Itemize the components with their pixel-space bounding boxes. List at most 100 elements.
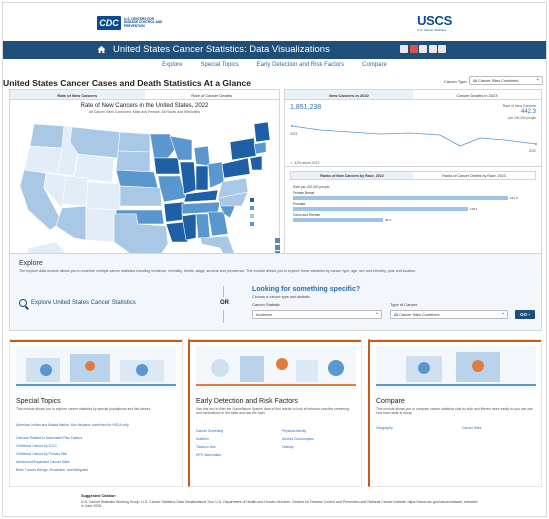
state-mt[interactable]	[69, 126, 121, 159]
special-topics-link[interactable]: Cancers Related to Associated Risk Facto…	[16, 436, 82, 440]
compare-illustration	[376, 346, 536, 390]
cancer-type-label: Cancer Type	[444, 79, 467, 84]
zoom-in-icon[interactable]	[275, 238, 280, 243]
trend-year-start: 2013	[290, 132, 298, 136]
tab-rate-new-cancers[interactable]: Rate of New Cancers	[10, 90, 145, 99]
home-icon[interactable]	[97, 45, 106, 54]
rank-bar-3[interactable]	[293, 218, 383, 222]
facebook-icon[interactable]	[400, 45, 408, 53]
compare-description: This module allows you to compare cancer…	[376, 407, 533, 416]
nav-special-topics[interactable]: Special Topics	[201, 62, 239, 74]
special-topics-link[interactable]: American Indian and Alaska Native, Non-H…	[16, 423, 176, 427]
state-mo[interactable]	[157, 175, 187, 203]
cdc-logo-text: U.S. CENTERS FOR DISEASE CONTROL AND PRE…	[124, 16, 163, 28]
tab-ranks-cancer-deaths[interactable]: Ranks of Cancer Deaths by Race, 2023	[413, 172, 535, 179]
looking-subtitle: Choose a cancer type and statistic	[252, 295, 311, 299]
rank-value-3: 36.3	[385, 218, 391, 222]
special-topics-link[interactable]: Brain Tumors Benign, Borderline, and Mal…	[16, 468, 88, 472]
go-button-label: GO	[520, 311, 528, 317]
nav-explore[interactable]: Explore	[162, 62, 182, 74]
state-me[interactable]	[253, 121, 271, 143]
state-nd[interactable]	[117, 131, 151, 153]
go-button[interactable]: GO ›	[515, 310, 535, 319]
state-sd[interactable]	[115, 150, 151, 173]
early-detection-link[interactable]: Cancer Screening	[196, 429, 223, 433]
site-title: United States Cancer Statistics: Data Vi…	[113, 44, 330, 55]
twitter-icon[interactable]	[409, 45, 418, 53]
special-topics-link[interactable]: Childhood Cancer by Primary Site	[16, 452, 67, 456]
or-label: OR	[220, 300, 229, 306]
special-topics-description: This module allows you to explore cancer…	[16, 407, 152, 411]
state-nj[interactable]	[249, 155, 263, 171]
early-detection-title: Early Detection and Risk Factors	[196, 398, 298, 405]
state-ar[interactable]	[163, 201, 185, 223]
rank-bar-1[interactable]	[293, 196, 508, 200]
state-in[interactable]	[195, 165, 209, 191]
special-topics-link[interactable]: Childhood Cancer by ICCC	[16, 444, 57, 448]
new-cancer-count: 1,851,238	[290, 104, 322, 111]
explore-link-text: Explore United States Cancer Statistics	[31, 300, 136, 306]
sub-navigation: Explore Special Topics Early Detection a…	[3, 62, 546, 74]
state-al[interactable]	[195, 213, 211, 239]
state-az[interactable]	[55, 205, 87, 241]
uscs-logo-mark: USCS	[417, 13, 452, 28]
state-ne[interactable]	[115, 169, 159, 189]
trend-line-chart[interactable]	[290, 120, 538, 154]
compare-link[interactable]: Geography	[376, 426, 393, 430]
citation-text: U.S. Cancer Statistics Working Group. U.…	[81, 500, 478, 509]
map-tabs: Rate of New Cancers Rate of Cancer Death…	[10, 90, 279, 100]
page-title: United States Cancer Cases and Death Sta…	[3, 78, 252, 88]
rank-label-2: Prostate	[293, 202, 306, 206]
state-nh-vt[interactable]	[253, 141, 267, 155]
compare-card: Compare This module allows you to compar…	[368, 339, 542, 487]
special-topics-link[interactable]: Adolescent/Expanded Cancer Sites	[16, 460, 69, 464]
nav-compare[interactable]: Compare	[362, 62, 387, 74]
state-co[interactable]	[85, 181, 121, 211]
state-wa[interactable]	[29, 123, 65, 149]
tab-cancer-deaths[interactable]: Cancer Deaths in 2023	[413, 90, 541, 99]
share-icons	[400, 45, 446, 53]
cancer-statistic-select[interactable]: Incidence	[252, 310, 382, 319]
explore-description: The explore data module allows you to ex…	[19, 269, 417, 273]
state-pa[interactable]	[221, 157, 251, 179]
type-of-cancer-select[interactable]: All Cancer Sites Combined	[390, 310, 508, 319]
state-mi[interactable]	[193, 145, 211, 167]
state-nm[interactable]	[85, 207, 117, 243]
tab-ranks-new-cancers[interactable]: Ranks of New Cancers by Race, 2022	[291, 172, 413, 179]
early-detection-link[interactable]: Physical Activity	[282, 429, 306, 433]
state-ut[interactable]	[61, 175, 89, 207]
nav-early-detection[interactable]: Early Detection and Risk Factors	[257, 62, 344, 74]
email-icon[interactable]	[419, 45, 427, 53]
state-ia[interactable]	[153, 157, 181, 175]
early-detection-link[interactable]: Tobacco Use	[196, 445, 216, 449]
map-title: Rate of New Cancers in the United States…	[80, 103, 209, 109]
special-topics-title: Special Topics	[16, 398, 61, 405]
rank-value-2: 118.3	[470, 207, 478, 211]
rank-bar-2[interactable]	[293, 207, 468, 211]
early-detection-illustration	[196, 346, 356, 390]
trend-year-end: 2022	[528, 149, 536, 153]
early-detection-link[interactable]: Obesity	[282, 445, 294, 449]
rank-label-1: Female Breast	[293, 191, 315, 195]
uscs-logo[interactable]: USCS U.S. Cancer Statistics	[417, 13, 452, 32]
state-ny[interactable]	[229, 137, 257, 161]
early-detection-link[interactable]: Alcohol Consumption	[282, 437, 314, 441]
zoom-out-icon[interactable]	[275, 244, 280, 250]
rank-value-1: 127.3	[510, 196, 518, 200]
cdc-logo-mark: CDC	[97, 16, 121, 30]
share-icon[interactable]	[438, 45, 446, 53]
tab-rate-cancer-deaths[interactable]: Rate of Cancer Deaths	[145, 90, 280, 99]
cancer-type-select[interactable]: All Cancer Sites Combined	[469, 76, 543, 85]
cdc-logo[interactable]: CDC U.S. CENTERS FOR DISEASE CONTROL AND…	[97, 16, 168, 30]
compare-link[interactable]: Cancer Sites	[462, 426, 481, 430]
early-detection-link[interactable]: Nutrition	[196, 437, 209, 441]
early-detection-card: Early Detection and Risk Factors Use thi…	[188, 339, 362, 487]
print-icon[interactable]	[428, 45, 437, 53]
state-or[interactable]	[23, 145, 63, 175]
early-detection-link[interactable]: HPV Vaccination	[196, 453, 221, 457]
state-ks[interactable]	[119, 185, 163, 207]
state-ga[interactable]	[207, 211, 229, 237]
explore-link[interactable]: Explore United States Cancer Statistics	[19, 299, 136, 307]
looking-title: Looking for something specific?	[252, 286, 361, 293]
tab-new-cancers[interactable]: New Cancers in 2022	[285, 90, 413, 99]
